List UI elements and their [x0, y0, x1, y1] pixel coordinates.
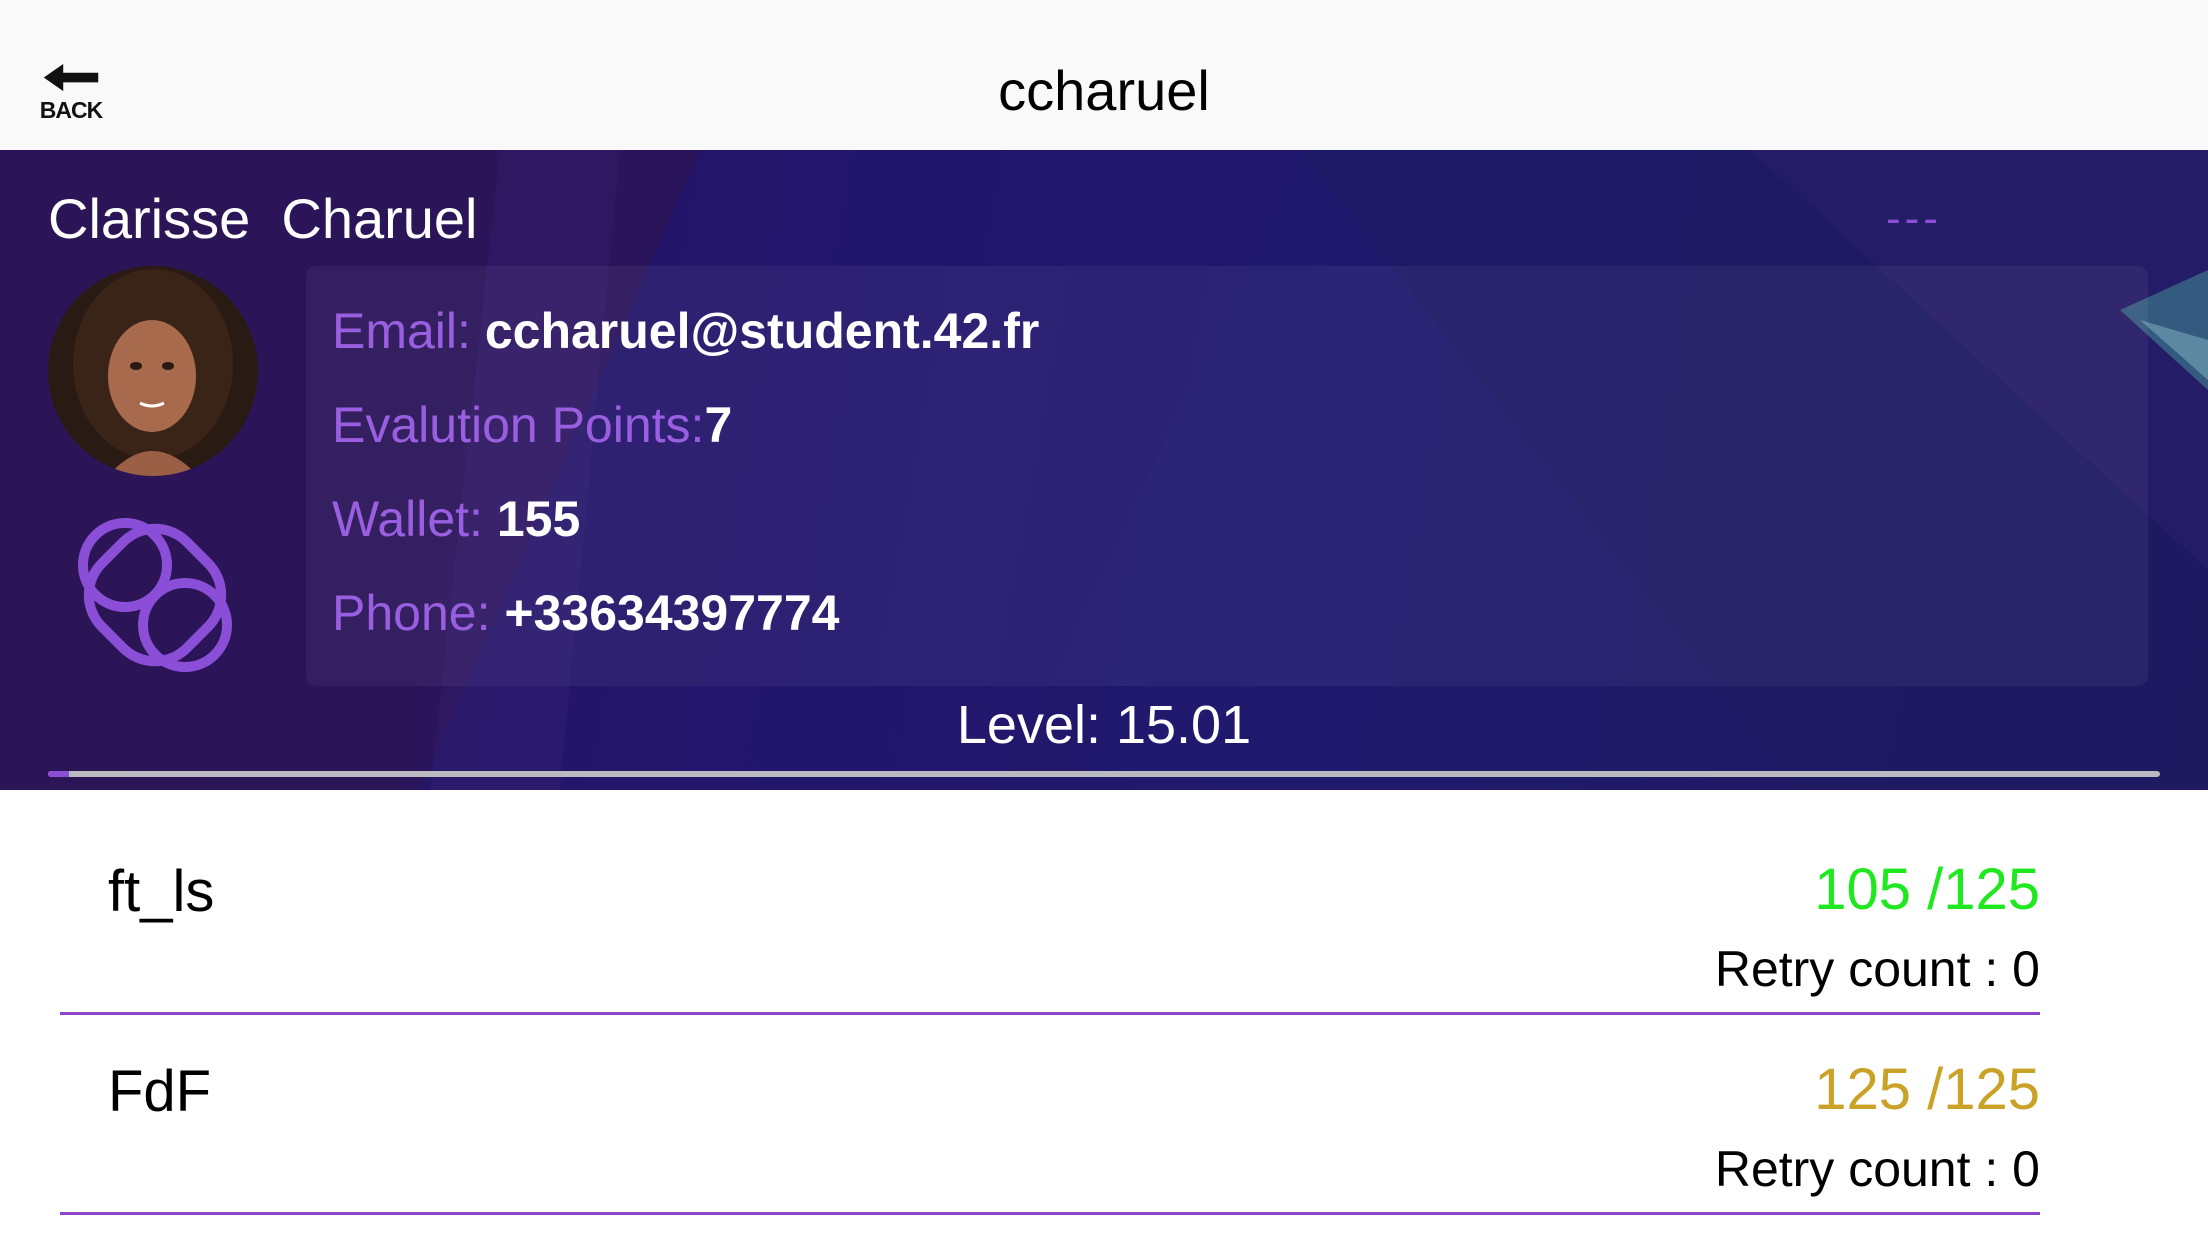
level-progress-bar [48, 771, 2160, 777]
wallet-value: 155 [496, 491, 581, 547]
project-score: 105 /125 [1814, 857, 2040, 922]
email-label: Email: [332, 303, 471, 359]
level-progress-fill [48, 771, 70, 777]
coalition-placeholder: --- [1886, 194, 1942, 243]
project-name: ft_ls [108, 859, 215, 924]
email-value: ccharuel@student.42.fr [484, 303, 1040, 359]
list-item[interactable]: FdF 125 /125 Retry count : 0 [60, 1012, 2040, 1215]
list-item[interactable]: ft_ls 105 /125 Retry count : 0 [60, 812, 2040, 1015]
wallet-label: Wallet: [332, 491, 483, 547]
retry-count: Retry count : 0 [1714, 941, 2040, 997]
level-label: Level: 15.01 [956, 695, 1252, 755]
project-score: 125 /125 [1814, 1057, 2040, 1122]
page-title: ccharuel [998, 59, 1210, 122]
avatar-image [48, 266, 258, 476]
retry-count: Retry count : 0 [1714, 1141, 2040, 1197]
phone-row: Phone: +33634397774 [332, 584, 839, 642]
info-card: Email: ccharuel@student.42.fr Evalution … [306, 266, 2148, 686]
avatar [48, 266, 258, 476]
project-name: FdF [108, 1059, 212, 1124]
wallet-row: Wallet: 155 [332, 490, 580, 548]
phone-label: Phone: [332, 585, 491, 641]
profile-header: Clarisse Charuel --- Email: ccharuel@stu… [0, 150, 2208, 790]
email-row: Email: ccharuel@student.42.fr [332, 302, 1039, 360]
navigation-bar: BACK ccharuel [0, 0, 2208, 150]
phone-value: +33634397774 [504, 585, 840, 641]
evaluation-points-label: Evalution Points: [332, 397, 705, 453]
full-name: Clarisse Charuel [48, 187, 478, 250]
coalition-knot-icon [78, 518, 232, 672]
evaluation-points-row: Evalution Points:7 [332, 396, 732, 454]
evaluation-points-value: 7 [704, 397, 733, 453]
